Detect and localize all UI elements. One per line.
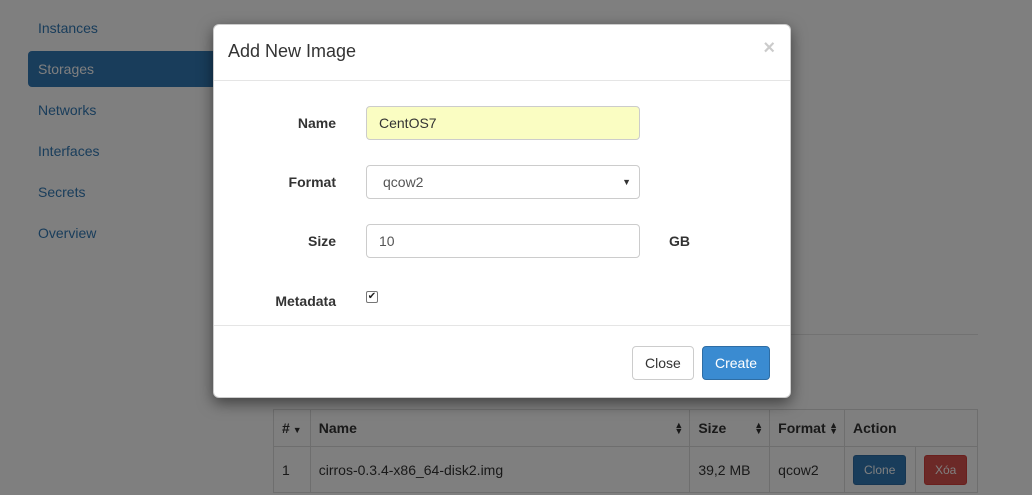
metadata-label: Metadata: [275, 293, 336, 309]
close-button[interactable]: Close: [632, 346, 694, 380]
name-input[interactable]: [366, 106, 640, 140]
close-icon[interactable]: ×: [763, 37, 775, 60]
name-row: Name: [214, 106, 792, 140]
format-selected-value: qcow2: [383, 174, 424, 190]
format-label: Format: [288, 174, 336, 190]
modal-title: Add New Image: [228, 41, 357, 61]
add-image-modal: Add New Image × Name Format qcow2 ▼ Size…: [213, 24, 791, 398]
size-row: Size GB: [214, 224, 792, 258]
modal-header: Add New Image ×: [214, 25, 790, 81]
name-label: Name: [297, 115, 336, 131]
chevron-down-icon: ▼: [622, 177, 631, 187]
format-select[interactable]: qcow2 ▼: [366, 165, 640, 199]
metadata-row: Metadata ✔: [214, 290, 792, 324]
checkmark-icon: ✔: [367, 291, 377, 302]
modal-footer: Close Create: [214, 325, 790, 397]
metadata-checkbox[interactable]: ✔: [366, 291, 378, 303]
size-input[interactable]: [366, 224, 640, 258]
size-unit: GB: [669, 233, 690, 249]
create-button[interactable]: Create: [702, 346, 771, 380]
size-label: Size: [307, 233, 336, 249]
format-row: Format qcow2 ▼: [214, 165, 792, 199]
